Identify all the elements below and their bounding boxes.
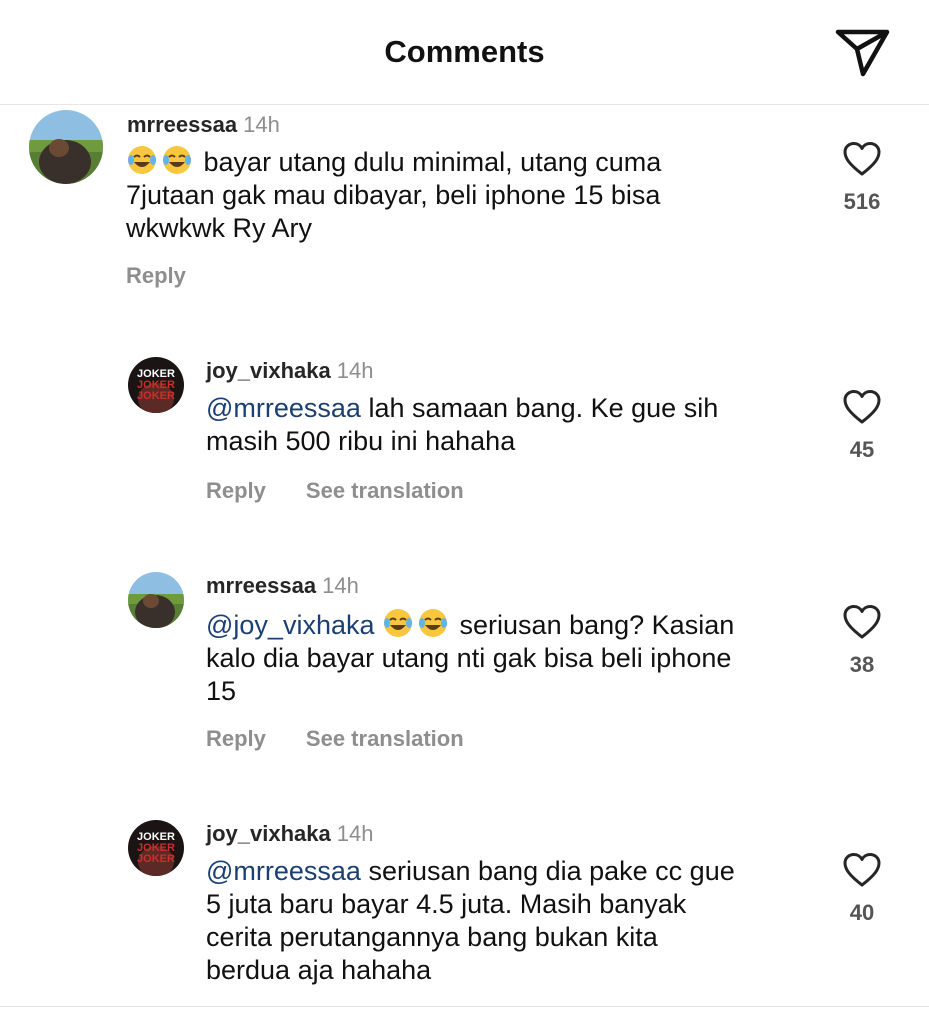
comment-text: @mrreessaa seriusan bang dia pake cc gue… xyxy=(206,855,806,987)
comment-line: berdua aja hahaha xyxy=(206,955,432,985)
mention-link[interactable]: @mrreessaa xyxy=(206,393,361,423)
comment-item: mrreessaa 14h @joy_vixhaka seriusan bang?… xyxy=(0,560,929,770)
comment-line: bayar utang dulu minimal, utang cuma xyxy=(126,144,806,179)
tears-of-joy-emoji xyxy=(128,146,156,174)
mention-link[interactable]: @mrreessaa xyxy=(206,856,361,886)
avatar-logo-text: JOKER xyxy=(137,853,175,865)
comment-meta: joy_vixhaka 14h xyxy=(206,821,373,847)
avatar[interactable] xyxy=(29,110,103,184)
see-translation-button[interactable]: See translation xyxy=(306,726,464,751)
like-count: 40 xyxy=(849,900,875,925)
joker-avatar-image: JOKER JOKER JOKER xyxy=(128,357,184,413)
comment-line-text: bayar utang dulu minimal, utang cuma xyxy=(203,147,662,177)
comment-line: 7jutaan gak mau dibayar, beli iphone 15 … xyxy=(126,180,661,210)
tears-of-joy-emoji xyxy=(163,146,191,174)
comment-line: masih 500 ribu ini hahaha xyxy=(206,426,516,456)
comment-item: mrreessaa 14h bayar utang dulu minimal, u… xyxy=(0,104,929,304)
comment-actions: Reply See translation xyxy=(206,478,464,504)
avatar-logo-text: JOKER xyxy=(137,390,175,402)
see-translation-button[interactable]: See translation xyxy=(306,478,464,503)
avatar[interactable]: JOKER JOKER JOKER xyxy=(128,820,184,876)
comment-line-text: lah samaan bang. Ke gue sih xyxy=(368,393,719,423)
comment-line: 5 juta baru bayar 4.5 juta. Masih banyak xyxy=(206,889,687,919)
username[interactable]: joy_vixhaka xyxy=(206,821,331,846)
reply-button[interactable]: Reply xyxy=(126,263,186,288)
comment-actions: Reply xyxy=(126,263,186,289)
avatar[interactable] xyxy=(128,572,184,628)
heart-icon[interactable] xyxy=(842,604,882,640)
username[interactable]: mrreessaa xyxy=(206,573,316,598)
page-title: Comments xyxy=(384,34,545,69)
landscape-avatar-image xyxy=(128,572,184,628)
tears-of-joy-emoji xyxy=(419,609,448,637)
comment-text: bayar utang dulu minimal, utang cuma 7ju… xyxy=(126,144,806,245)
like-count: 45 xyxy=(849,437,875,462)
username[interactable]: joy_vixhaka xyxy=(206,358,331,383)
comment-line: wkwkwk Ry Ary xyxy=(126,213,313,243)
comment-actions: Reply See translation xyxy=(206,726,464,752)
comment-meta: mrreessaa 14h xyxy=(206,573,359,599)
heart-icon[interactable] xyxy=(842,389,882,425)
comment-item: JOKER JOKER JOKER joy_vixhaka 14h @mrrees… xyxy=(0,808,929,1004)
like-section: 45 xyxy=(826,389,898,463)
reply-button[interactable]: Reply xyxy=(206,726,266,751)
landscape-avatar-image xyxy=(29,110,103,184)
comment-text: @mrreessaa lah samaan bang. Ke gue sih m… xyxy=(206,392,806,458)
comment-text: @joy_vixhaka seriusan bang? Kasian kalo … xyxy=(206,607,806,708)
comment-line: cerita perutangannya bang bukan kita xyxy=(206,922,658,952)
comment-line: @mrreessaa lah samaan bang. Ke gue sih xyxy=(206,392,806,425)
avatar[interactable]: JOKER JOKER JOKER xyxy=(128,357,184,413)
comments-header: Comments xyxy=(0,0,929,105)
comment-meta: mrreessaa 14h xyxy=(127,112,280,138)
reply-button[interactable]: Reply xyxy=(206,478,266,503)
timestamp: 14h xyxy=(322,573,359,598)
comment-line-text: seriusan bang dia pake cc gue xyxy=(368,856,735,886)
comment-item: JOKER JOKER JOKER joy_vixhaka 14h @mrrees… xyxy=(0,345,929,525)
tears-of-joy-emoji xyxy=(384,609,413,637)
like-count: 516 xyxy=(843,189,881,214)
like-section: 40 xyxy=(826,852,898,926)
heart-icon[interactable] xyxy=(842,141,882,177)
like-section: 38 xyxy=(826,604,898,678)
like-section: 516 xyxy=(826,141,898,215)
comment-line: kalo dia bayar utang nti gak bisa beli i… xyxy=(206,643,732,673)
heart-icon[interactable] xyxy=(842,852,882,888)
comment-meta: joy_vixhaka 14h xyxy=(206,358,373,384)
timestamp: 14h xyxy=(243,112,280,137)
timestamp: 14h xyxy=(336,358,374,383)
username[interactable]: mrreessaa xyxy=(127,112,237,137)
paper-plane-icon[interactable] xyxy=(834,26,892,78)
comment-line: @joy_vixhaka seriusan bang? Kasian xyxy=(206,607,806,642)
comment-line: 15 xyxy=(206,676,237,706)
timestamp: 14h xyxy=(336,821,374,846)
bottom-divider xyxy=(0,1006,929,1007)
joker-avatar-image: JOKER JOKER JOKER xyxy=(128,820,184,876)
mention-link[interactable]: @joy_vixhaka xyxy=(206,610,375,640)
comment-line: @mrreessaa seriusan bang dia pake cc gue xyxy=(206,855,806,888)
comment-line-text: seriusan bang? Kasian xyxy=(459,610,735,640)
like-count: 38 xyxy=(849,652,875,677)
